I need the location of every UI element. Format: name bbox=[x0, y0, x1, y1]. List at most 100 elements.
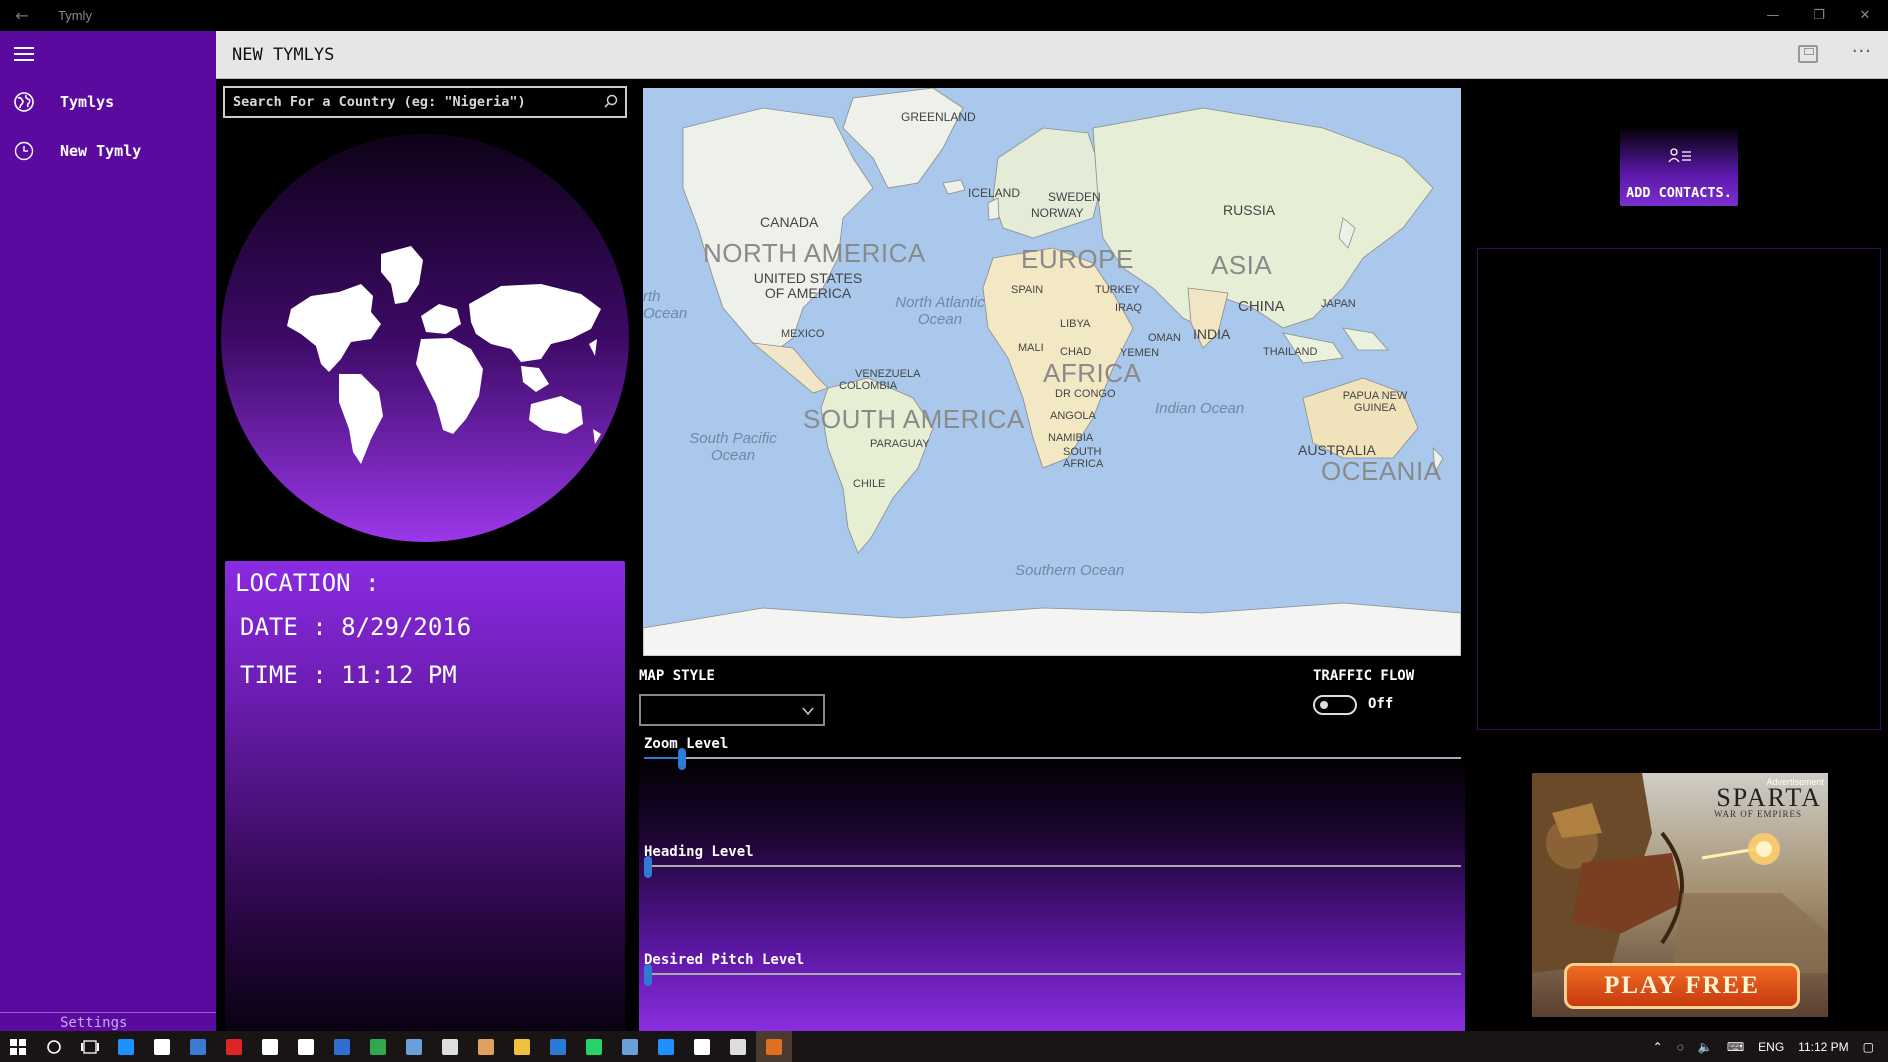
taskbar: ⌃ ◌ 🔈 ⌨ ENG 11:12 PM ▢ bbox=[0, 1031, 1888, 1062]
cortana-icon[interactable] bbox=[36, 1031, 72, 1062]
map-label-chad: CHAD bbox=[1060, 346, 1092, 358]
title-bar: ← Tymly — ❐ ✕ bbox=[0, 0, 1888, 31]
slider-track bbox=[644, 973, 1461, 975]
map-label-indian-ocean: Indian Ocean bbox=[1155, 400, 1245, 417]
date-label: DATE : 8/29/2016 bbox=[240, 613, 472, 641]
map-label-north-atlantic-ocean: North Atlantic Ocean bbox=[895, 294, 985, 328]
sidebar-item-new-tymly[interactable]: New Tymly bbox=[0, 129, 216, 173]
app-tile-icon bbox=[154, 1038, 170, 1055]
contacts-list bbox=[1477, 248, 1881, 730]
page-title: NEW TYMLYS bbox=[232, 45, 335, 65]
map-label-paraguay: PARAGUAY bbox=[870, 438, 930, 450]
back-arrow-icon[interactable]: ← bbox=[0, 6, 44, 25]
app-tile-icon bbox=[586, 1038, 602, 1055]
taskbar-app-icon[interactable] bbox=[720, 1031, 756, 1062]
start-windows-icon[interactable] bbox=[0, 1031, 36, 1062]
taskbar-app-icon[interactable] bbox=[540, 1031, 576, 1062]
map-label-namibia: NAMIBIA bbox=[1048, 432, 1094, 444]
advertisement-banner[interactable]: Advertisement SPARTA WAR OF EMPIRES PLAY… bbox=[1532, 773, 1828, 1017]
network-icon[interactable]: ◌ bbox=[1677, 1040, 1684, 1054]
more-options-icon[interactable]: ··· bbox=[1852, 41, 1872, 62]
app-tile-icon bbox=[622, 1038, 638, 1055]
play-free-button[interactable]: PLAY FREE bbox=[1564, 963, 1800, 1009]
taskbar-clock[interactable]: 11:12 PM bbox=[1798, 1040, 1848, 1054]
taskbar-app-icon[interactable] bbox=[360, 1031, 396, 1062]
system-tray: ⌃ ◌ 🔈 ⌨ ENG 11:12 PM ▢ bbox=[1653, 1031, 1888, 1062]
volume-icon[interactable]: 🔈 bbox=[1698, 1040, 1713, 1054]
map-label-oceania: OCEANIA bbox=[1321, 456, 1442, 486]
close-icon[interactable]: ✕ bbox=[1842, 0, 1888, 31]
slider-track bbox=[644, 757, 1461, 759]
globe-icon bbox=[0, 92, 48, 112]
map-label-sweden: SWEDEN bbox=[1048, 190, 1101, 204]
keyboard-icon[interactable]: ⌨ bbox=[1727, 1040, 1744, 1054]
minimize-icon[interactable]: — bbox=[1750, 0, 1796, 31]
map-label-india: INDIA bbox=[1193, 326, 1231, 342]
taskbar-app-icon[interactable] bbox=[648, 1031, 684, 1062]
taskbar-app-icon[interactable] bbox=[108, 1031, 144, 1062]
taskbar-app-icon[interactable] bbox=[396, 1031, 432, 1062]
map-label-russia: RUSSIA bbox=[1223, 202, 1276, 218]
map-label-north-pacific-ocean: rth Ocean bbox=[643, 288, 688, 322]
zoom-level-label: Zoom Level bbox=[644, 736, 729, 752]
hamburger-menu-icon[interactable] bbox=[14, 47, 34, 61]
app-tile-icon bbox=[406, 1038, 422, 1055]
notifications-icon[interactable]: ▢ bbox=[1863, 1040, 1874, 1054]
add-contacts-button[interactable]: ADD CONTACTS. bbox=[1620, 126, 1738, 206]
map-label-iceland: ICELAND bbox=[968, 186, 1021, 200]
app-tile-icon bbox=[190, 1038, 206, 1055]
taskbar-app-icon[interactable] bbox=[216, 1031, 252, 1062]
restore-icon[interactable]: ❐ bbox=[1796, 0, 1842, 31]
taskbar-app-icon[interactable] bbox=[576, 1031, 612, 1062]
map-label-usa: UNITED STATES OF AMERICA bbox=[753, 270, 863, 301]
map-label-colombia: COLOMBIA bbox=[839, 380, 898, 392]
zoom-level-slider[interactable]: Zoom Level bbox=[644, 736, 1461, 770]
map-label-mexico: MEXICO bbox=[781, 328, 825, 340]
map-label-canada: CANADA bbox=[760, 214, 819, 230]
slider-fill bbox=[644, 757, 683, 759]
map-label-japan: JAPAN bbox=[1321, 298, 1356, 310]
search-icon[interactable] bbox=[603, 93, 619, 113]
taskbar-app-icon[interactable] bbox=[756, 1031, 792, 1062]
taskbar-app-icon[interactable] bbox=[612, 1031, 648, 1062]
task-view-icon[interactable] bbox=[72, 1031, 108, 1062]
taskbar-app-icon[interactable] bbox=[324, 1031, 360, 1062]
desired-pitch-level-slider[interactable]: Desired Pitch Level bbox=[644, 952, 1461, 986]
heading-level-slider[interactable]: Heading Level bbox=[644, 844, 1461, 878]
taskbar-app-icon[interactable] bbox=[684, 1031, 720, 1062]
taskbar-app-icon[interactable] bbox=[468, 1031, 504, 1062]
country-search-input[interactable] bbox=[225, 88, 595, 116]
map-label-chile: CHILE bbox=[853, 478, 886, 490]
taskbar-app-icon[interactable] bbox=[252, 1031, 288, 1062]
taskbar-app-icon[interactable] bbox=[432, 1031, 468, 1062]
taskbar-app-icon[interactable] bbox=[180, 1031, 216, 1062]
map-style-dropdown[interactable] bbox=[639, 694, 825, 726]
map-label-africa: AFRICA bbox=[1043, 358, 1142, 388]
language-indicator[interactable]: ENG bbox=[1758, 1040, 1784, 1054]
app-tile-icon bbox=[550, 1038, 566, 1055]
slider-thumb[interactable] bbox=[678, 748, 687, 770]
slider-thumb[interactable] bbox=[644, 856, 652, 878]
sidebar-item-tymlys[interactable]: Tymlys bbox=[0, 80, 216, 124]
sidebar-divider bbox=[0, 1012, 216, 1013]
traffic-flow-state: Off bbox=[1368, 696, 1394, 712]
app-tile-icon bbox=[118, 1038, 134, 1055]
taskbar-app-icon[interactable] bbox=[144, 1031, 180, 1062]
app-tile-icon bbox=[730, 1038, 746, 1055]
map-sliders-panel bbox=[639, 752, 1465, 1031]
map-label-north-america: NORTH AMERICA bbox=[703, 238, 926, 268]
show-hidden-icons-icon[interactable]: ⌃ bbox=[1653, 1040, 1663, 1054]
traffic-flow-toggle[interactable] bbox=[1313, 695, 1357, 715]
taskbar-app-icon[interactable] bbox=[288, 1031, 324, 1062]
clock-icon bbox=[0, 141, 48, 161]
map-label-venezuela: VENEZUELA bbox=[855, 368, 921, 380]
window-controls: — ❐ ✕ bbox=[1750, 0, 1888, 31]
save-icon[interactable] bbox=[1798, 45, 1818, 63]
world-map[interactable]: GREENLAND ICELAND SWEDEN NORWAY RUSSIA C… bbox=[643, 88, 1461, 656]
world-globe-image bbox=[221, 134, 629, 542]
sidebar-item-settings[interactable]: Settings bbox=[60, 1015, 127, 1031]
app-tile-icon bbox=[766, 1038, 782, 1055]
taskbar-app-icon[interactable] bbox=[504, 1031, 540, 1062]
page-header: NEW TYMLYS ··· bbox=[216, 31, 1888, 79]
slider-thumb[interactable] bbox=[644, 964, 652, 986]
